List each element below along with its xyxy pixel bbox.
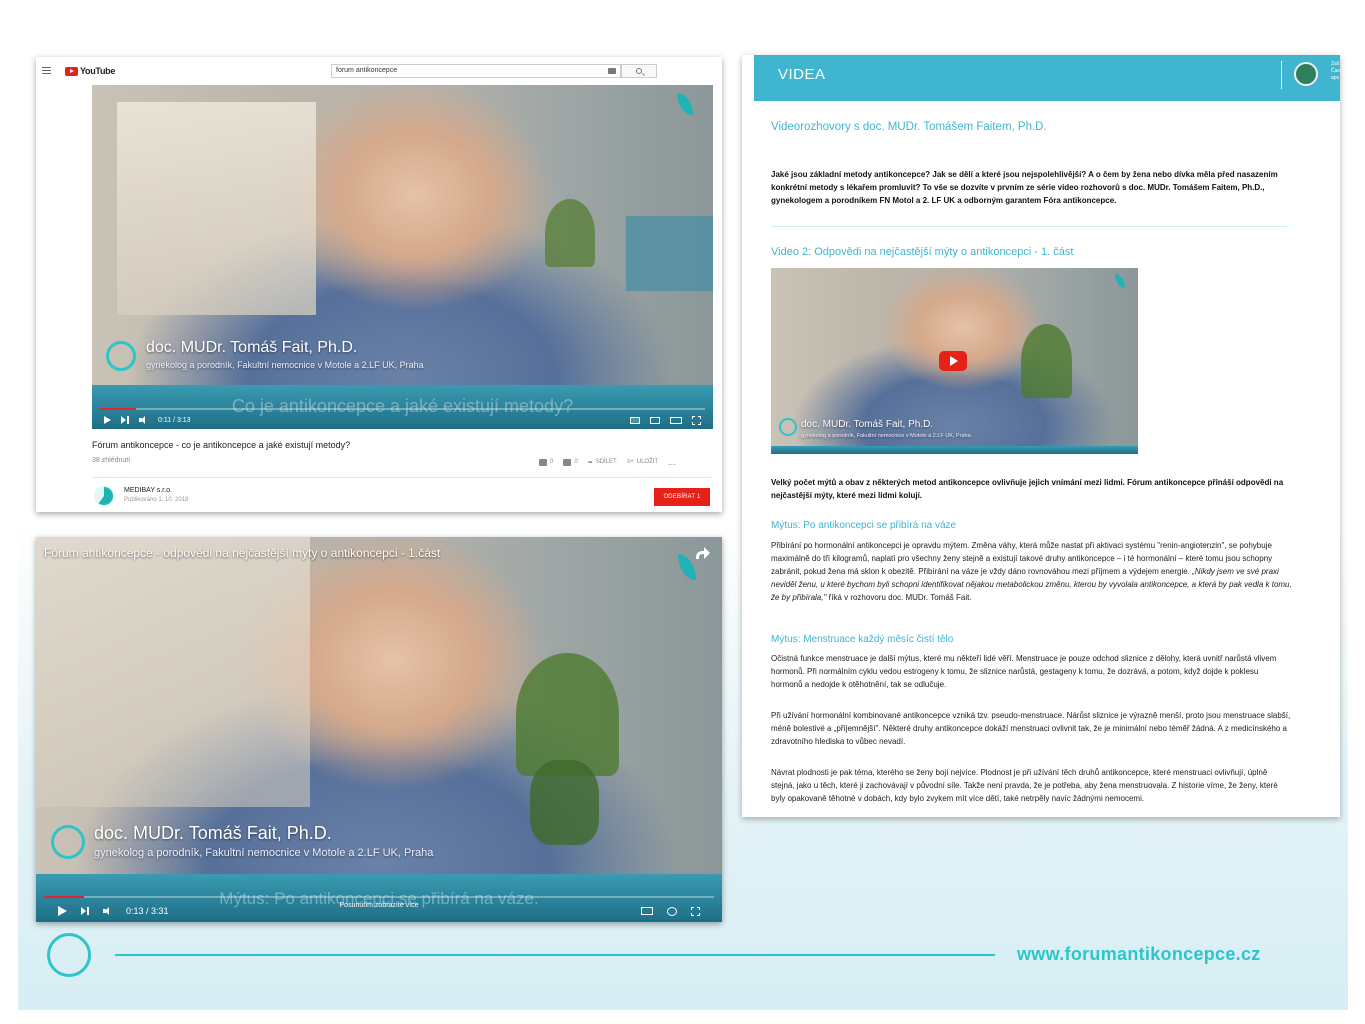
play-button[interactable] xyxy=(939,351,967,371)
channel-name[interactable]: MEDIBAY s.r.o. xyxy=(124,487,172,494)
background-monitor xyxy=(626,215,713,292)
video-player[interactable]: doc. MUDr. Tomáš Fait, Ph.D. gynekolog a… xyxy=(92,85,713,429)
footer-line xyxy=(115,954,995,956)
share-arrow-icon: ➦ xyxy=(587,459,593,466)
progress-fill xyxy=(100,408,137,410)
play-icon[interactable] xyxy=(104,416,111,424)
video2-title: Video 2: Odpovědi na nejčastější mýty o … xyxy=(771,246,1074,258)
forum-ring-icon xyxy=(106,341,136,371)
channel-avatar[interactable] xyxy=(94,486,114,506)
large-video-player[interactable]: Fórum antikoncepce - odpovědi na nejčast… xyxy=(36,537,722,922)
thumbs-down-icon xyxy=(563,458,572,466)
video-title: Fórum antikoncepce - co je antikoncepce … xyxy=(92,440,351,450)
speaker-role: gynekolog a porodník, Fakultní nemocnice… xyxy=(146,360,424,370)
search-input-value: forum antikoncepce xyxy=(336,67,398,74)
speaker-name: doc. MUDr. Tomáš Fait, Ph.D. xyxy=(801,419,934,430)
myth2-paragraph-3: Návrat plodnosti je pak téma, kterého se… xyxy=(771,768,1278,803)
menu-icon[interactable] xyxy=(42,67,51,74)
share-icon[interactable] xyxy=(696,547,710,559)
save-button[interactable]: ≡+ ULOŽIT xyxy=(627,459,658,465)
youtube-logo[interactable]: YouTube xyxy=(65,66,115,76)
lead-text: Velký počet mýtů a obav z některých meto… xyxy=(771,478,1284,500)
view-count: 38 zhlédnutí xyxy=(92,457,131,464)
fullscreen-icon[interactable] xyxy=(691,906,700,916)
forum-ring-icon xyxy=(779,418,797,436)
speaker-name: doc. MUDr. Tomáš Fait, Ph.D. xyxy=(146,339,358,356)
background-plant xyxy=(545,198,595,268)
thumbs-up-icon xyxy=(539,458,547,466)
search-button[interactable] xyxy=(621,64,657,78)
background-plant xyxy=(1020,323,1072,399)
seal-text: Zaš Čas apo xyxy=(1331,61,1340,81)
header-title: VIDEA xyxy=(778,66,826,83)
video-actions: 0 0 ➦ SDÍLET ≡+ ULOŽIT ... xyxy=(539,457,676,467)
myth2-paragraph-1: Očistná funkce menstruace je další mýtus… xyxy=(771,654,1277,689)
miniplayer-icon[interactable] xyxy=(650,416,660,424)
time-display: 0:13 / 3:31 xyxy=(126,906,169,916)
video-title[interactable]: Fórum antikoncepce - odpovědi na nejčast… xyxy=(44,546,440,560)
youtube-logo-text: YouTube xyxy=(80,66,116,76)
section-title: Videorozhovory s doc. MUDr. Tomášem Fait… xyxy=(771,121,1047,133)
myth2-paragraph-2: Při užívání hormonální kombinované antik… xyxy=(771,711,1291,746)
playlist-add-icon: ≡+ xyxy=(626,459,634,465)
myth1-attribution: říká v rozhovoru doc. MUDr. Tomáš Fait. xyxy=(826,593,972,602)
subscribe-button[interactable]: ODEBÍRAT 1 xyxy=(654,488,710,506)
youtube-window: YouTube forum antikoncepce doc. MUDr. To… xyxy=(36,57,722,512)
speaker-role: gynekolog a porodník, Fakultní nemocnice… xyxy=(94,847,434,859)
settings-icon[interactable] xyxy=(667,906,677,916)
article-header: VIDEA Zaš Čas apo xyxy=(754,55,1340,101)
next-icon[interactable] xyxy=(121,416,129,424)
myth1-text: Přibírání po hormonální antikoncepci je … xyxy=(771,539,1293,604)
progress-bar[interactable] xyxy=(44,896,714,898)
forum-logo-ring-icon xyxy=(47,933,91,977)
share-label: SDÍLET xyxy=(595,459,617,465)
dislike-count: 0 xyxy=(574,459,578,465)
certificate-seal-icon xyxy=(1294,62,1318,86)
website-url[interactable]: www.forumantikoncepce.cz xyxy=(1017,944,1261,965)
theater-icon[interactable] xyxy=(670,416,682,424)
next-icon[interactable] xyxy=(81,907,89,915)
like-count: 0 xyxy=(550,459,554,465)
dislike-button[interactable]: 0 xyxy=(563,458,578,466)
article-panel: VIDEA Zaš Čas apo Videorozhovory s doc. … xyxy=(742,55,1340,817)
background-window xyxy=(116,102,316,316)
progress-bar[interactable] xyxy=(100,408,705,410)
background-plant xyxy=(516,652,620,776)
player-controls: 0:13 / 3:31 xyxy=(36,905,722,917)
player-controls: 0:11 / 3:13 xyxy=(92,414,713,426)
intro-text: Jaké jsou základní metody antikoncepce? … xyxy=(771,170,1278,205)
subtitles-icon[interactable] xyxy=(641,907,653,915)
divider xyxy=(92,477,712,478)
header-separator xyxy=(1281,61,1282,89)
youtube-play-logo-icon xyxy=(65,66,78,76)
keyboard-icon[interactable] xyxy=(608,68,616,74)
youtube-topbar: YouTube forum antikoncepce xyxy=(36,57,722,85)
fullscreen-icon[interactable] xyxy=(692,415,701,425)
volume-icon[interactable] xyxy=(103,907,112,915)
plant-vase xyxy=(529,760,599,845)
video-thumbnail[interactable]: doc. MUDr. Tomáš Fait, Ph.D. gynekolog a… xyxy=(771,268,1138,454)
speaker-role: gynekolog a porodník, Fakultní nemocnice… xyxy=(801,433,971,439)
save-label: ULOŽIT xyxy=(636,459,659,465)
myth1-title: Mýtus: Po antikoncepci se přibírá na váz… xyxy=(771,520,957,531)
progress-fill xyxy=(44,896,85,898)
search-input[interactable]: forum antikoncepce xyxy=(331,64,621,78)
settings-icon[interactable] xyxy=(630,416,640,424)
divider xyxy=(771,226,1287,227)
like-button[interactable]: 0 xyxy=(539,458,554,466)
more-button[interactable]: ... xyxy=(668,457,676,467)
myth2-title: Mýtus: Menstruace každý měsíc čistí tělo xyxy=(771,634,954,645)
speaker-name: doc. MUDr. Tomáš Fait, Ph.D. xyxy=(94,823,332,843)
search-icon xyxy=(636,68,642,74)
forum-ring-icon xyxy=(51,825,85,859)
share-button[interactable]: ➦ SDÍLET xyxy=(588,459,617,466)
play-icon[interactable] xyxy=(58,906,67,916)
lower-third-bar xyxy=(771,446,1138,454)
time-display: 0:11 / 3:13 xyxy=(158,416,191,424)
publish-date: Publikováno 1. 10. 2018 xyxy=(124,497,189,503)
background-window xyxy=(36,537,311,807)
volume-icon[interactable] xyxy=(139,416,148,424)
